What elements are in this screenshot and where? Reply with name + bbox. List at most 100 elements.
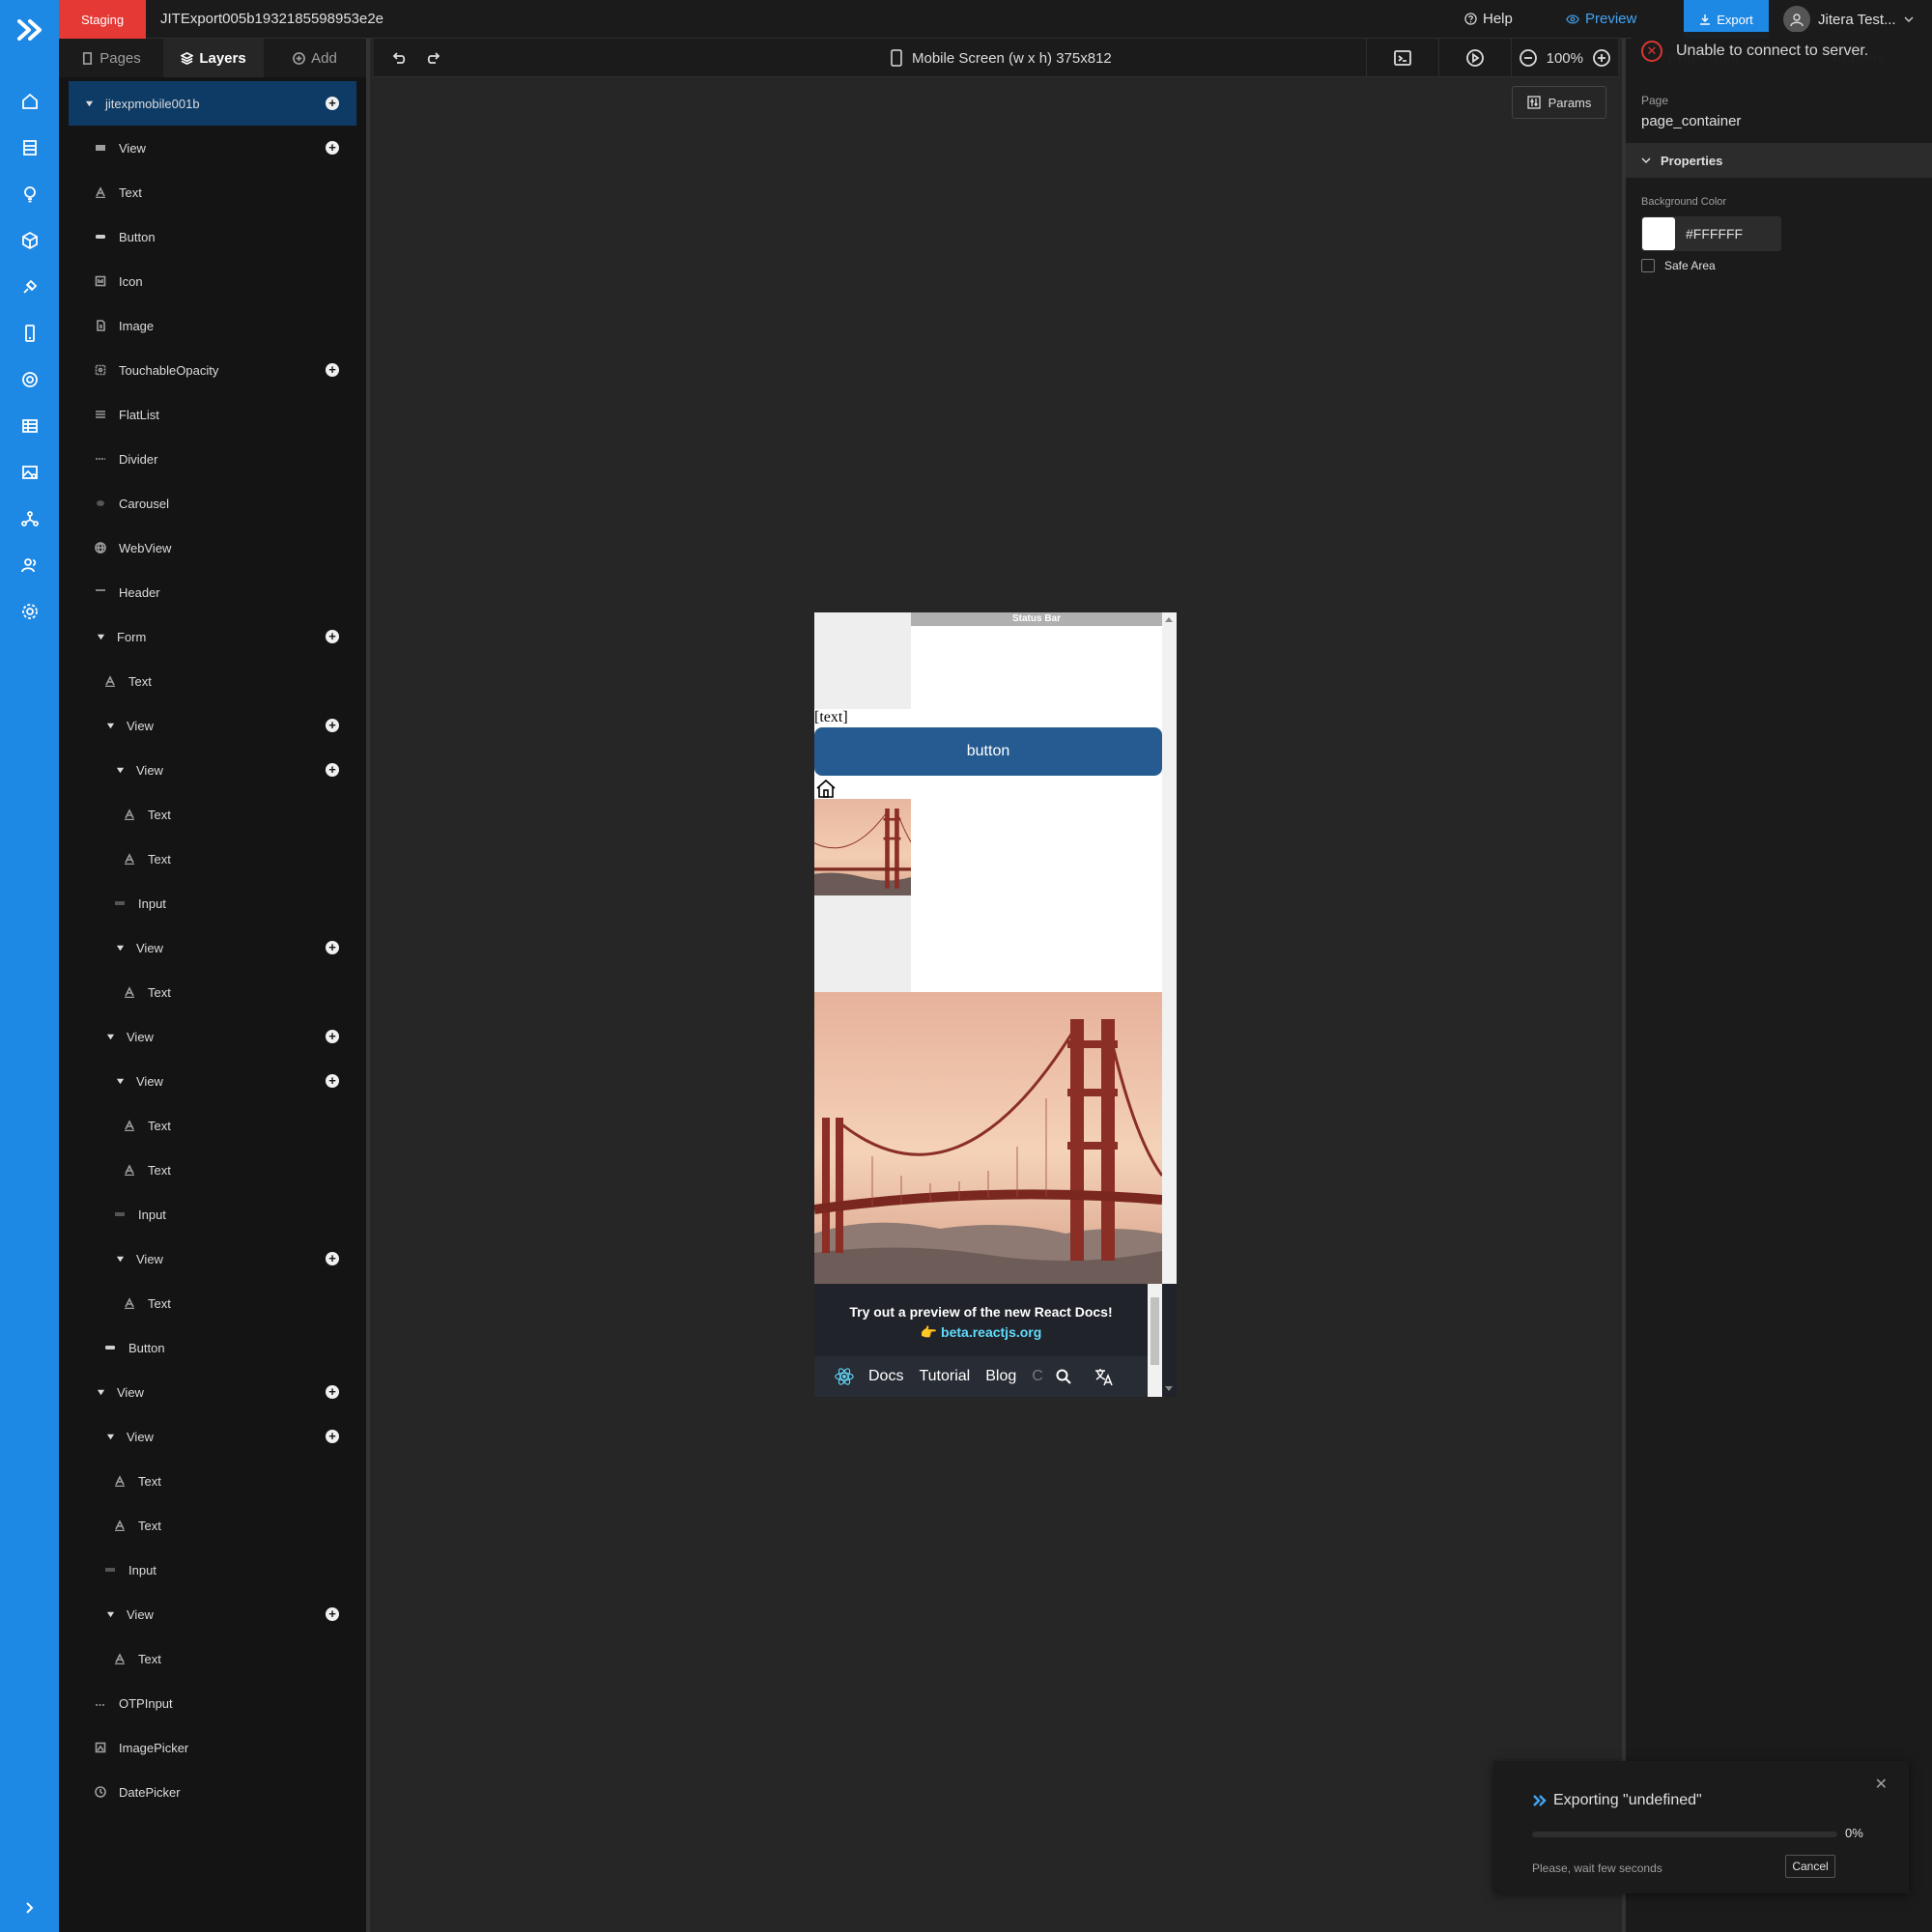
properties-section-header[interactable]: Properties — [1626, 143, 1932, 178]
layer-item[interactable]: View + — [59, 748, 366, 792]
caret-down-icon[interactable] — [113, 941, 127, 954]
webview[interactable]: Try out a preview of the new React Docs!… — [814, 1284, 1177, 1397]
phone-scrollbar-bottom[interactable] — [1162, 1284, 1177, 1397]
layer-item[interactable]: Input — [59, 881, 366, 925]
layer-item[interactable]: WebView — [59, 526, 366, 570]
mobile-icon[interactable] — [19, 323, 41, 344]
add-child-icon[interactable]: + — [326, 1030, 339, 1043]
bridge-image-large[interactable] — [814, 992, 1162, 1284]
zoom-out-icon[interactable] — [1519, 49, 1537, 67]
bridge-image-small[interactable] — [814, 799, 911, 895]
caret-down-icon[interactable] — [103, 719, 117, 732]
layer-item[interactable]: Text — [59, 170, 366, 214]
zoom-in-icon[interactable] — [1593, 49, 1610, 67]
translate-icon[interactable] — [1094, 1366, 1115, 1387]
phone-scrollbar[interactable] — [1162, 612, 1177, 1284]
preview-button[interactable]: Preview — [1566, 11, 1636, 27]
console-button[interactable] — [1365, 39, 1438, 77]
caret-down-icon[interactable] — [113, 763, 127, 777]
layer-item[interactable]: View + — [59, 1236, 366, 1281]
network-icon[interactable] — [19, 508, 41, 529]
layer-item[interactable]: View + — [59, 1592, 366, 1636]
layer-item[interactable]: View + — [59, 1059, 366, 1103]
layer-item[interactable]: Image — [59, 303, 366, 348]
layer-item[interactable]: Input — [59, 1192, 366, 1236]
close-icon[interactable]: ✕ — [1875, 1775, 1888, 1794]
users-icon[interactable] — [19, 554, 41, 576]
scroll-thumb[interactable] — [1151, 1297, 1159, 1365]
layer-item[interactable]: Button — [59, 1325, 366, 1370]
database-icon[interactable] — [19, 137, 41, 158]
search-icon[interactable] — [1055, 1368, 1072, 1385]
undo-icon[interactable] — [389, 48, 409, 68]
scroll-down-icon[interactable] — [1165, 1386, 1173, 1391]
caret-down-icon[interactable] — [113, 1074, 127, 1088]
env-badge[interactable]: Staging — [59, 0, 146, 39]
add-child-icon[interactable]: + — [326, 1074, 339, 1088]
tab-pages[interactable]: Pages — [59, 39, 163, 77]
image-settings-icon[interactable] — [19, 462, 41, 483]
table-icon[interactable] — [19, 415, 41, 437]
add-child-icon[interactable]: + — [326, 1430, 339, 1443]
layer-item[interactable]: Divider — [59, 437, 366, 481]
device-selector[interactable]: Mobile Screen (w x h) 375x812 — [891, 49, 1112, 67]
home-icon[interactable] — [814, 777, 838, 800]
caret-down-icon[interactable] — [94, 1385, 107, 1399]
tab-layers[interactable]: Layers — [163, 39, 264, 77]
color-swatch[interactable] — [1642, 217, 1675, 250]
phone-button[interactable]: button — [814, 727, 1162, 776]
add-child-icon[interactable]: + — [326, 97, 339, 110]
gear-icon[interactable] — [19, 601, 41, 622]
layer-item[interactable]: DatePicker — [59, 1770, 366, 1814]
text-placeholder[interactable]: [text] — [814, 709, 848, 726]
layer-item[interactable]: View + — [59, 1014, 366, 1059]
add-child-icon[interactable]: + — [326, 141, 339, 155]
add-child-icon[interactable]: + — [326, 363, 339, 377]
banner-link[interactable]: beta.reactjs.org — [941, 1324, 1041, 1340]
placeholder-view-2[interactable] — [814, 895, 911, 992]
add-child-icon[interactable]: + — [326, 630, 339, 643]
plug-icon[interactable] — [19, 276, 41, 298]
react-logo-icon[interactable] — [834, 1366, 855, 1387]
layer-item[interactable]: View + — [59, 1414, 366, 1459]
tab-add[interactable]: Add — [264, 39, 366, 77]
layer-item[interactable]: TouchableOpacity + — [59, 348, 366, 392]
play-button[interactable] — [1437, 39, 1511, 77]
nav-docs[interactable]: Docs — [868, 1368, 903, 1385]
help-button[interactable]: Help — [1464, 11, 1513, 27]
cancel-button[interactable]: Cancel — [1785, 1855, 1835, 1878]
safe-area-checkbox[interactable] — [1641, 259, 1655, 272]
layer-item[interactable]: Text — [59, 1103, 366, 1148]
layer-item[interactable]: Text — [59, 1503, 366, 1548]
layer-item[interactable]: Input — [59, 1548, 366, 1592]
add-child-icon[interactable]: + — [326, 1385, 339, 1399]
add-child-icon[interactable]: + — [326, 1607, 339, 1621]
layer-item[interactable]: Icon — [59, 259, 366, 303]
layer-item[interactable]: Text — [59, 970, 366, 1014]
layer-item[interactable]: Text — [59, 792, 366, 837]
layer-item[interactable]: Text — [59, 1636, 366, 1681]
layer-item[interactable]: Header — [59, 570, 366, 614]
home-icon[interactable] — [19, 91, 41, 112]
redo-icon[interactable] — [424, 48, 443, 68]
layer-item[interactable]: Button — [59, 214, 366, 259]
add-child-icon[interactable]: + — [326, 1252, 339, 1265]
webview-scrollbar[interactable] — [1148, 1284, 1162, 1397]
chevron-right-icon[interactable] — [21, 1899, 39, 1917]
nav-tutorial[interactable]: Tutorial — [919, 1368, 970, 1385]
caret-down-icon[interactable] — [94, 630, 107, 643]
layer-item[interactable]: View + — [59, 703, 366, 748]
caret-down-icon[interactable] — [103, 1030, 117, 1043]
safe-area-row[interactable]: Safe Area — [1641, 259, 1716, 272]
add-child-icon[interactable]: + — [326, 941, 339, 954]
layer-item[interactable]: Text — [59, 837, 366, 881]
add-child-icon[interactable]: + — [326, 763, 339, 777]
layer-item[interactable]: Text — [59, 1148, 366, 1192]
layer-item[interactable]: View + — [59, 925, 366, 970]
placeholder-view[interactable] — [814, 612, 911, 709]
layer-item[interactable]: ImagePicker — [59, 1725, 366, 1770]
layer-item[interactable]: jitexpmobile001b + — [69, 81, 356, 126]
user-menu[interactable]: Jitera Test... — [1783, 6, 1914, 33]
nav-blog[interactable]: Blog — [985, 1368, 1016, 1385]
layer-item[interactable]: Text — [59, 1281, 366, 1325]
